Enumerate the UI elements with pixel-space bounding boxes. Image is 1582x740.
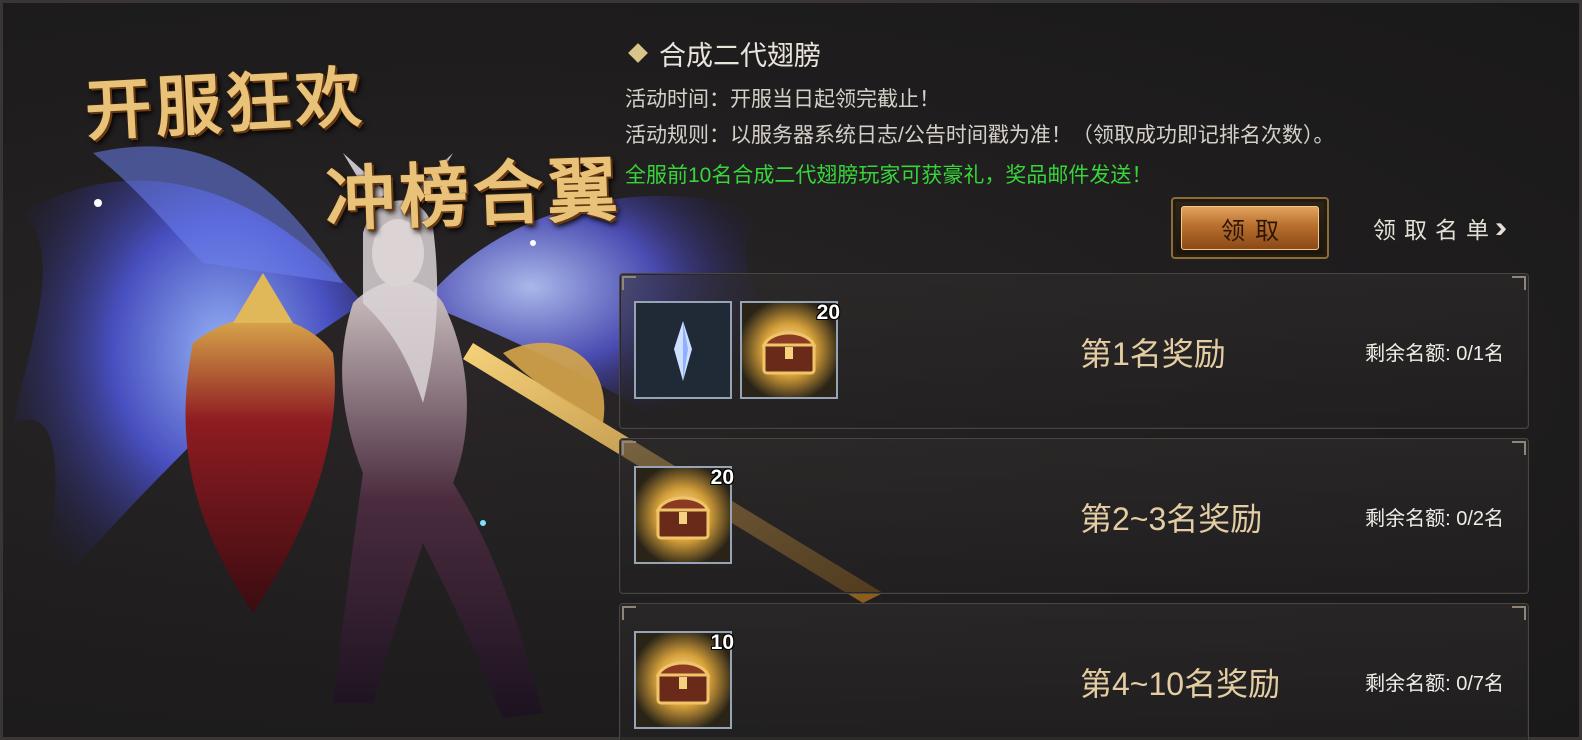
claim-button[interactable]: 领取: [1171, 197, 1329, 259]
reward-quota: 剩余名额: 0/1名: [1365, 343, 1504, 365]
activity-rule-label: 活动规则：: [625, 124, 730, 147]
reward-row-rank-2-3: 20 第2~3名奖励 剩余名额: 0/2名: [619, 438, 1529, 594]
reward-item-slot[interactable]: 20: [740, 301, 840, 399]
reward-quota: 剩余名额: 0/2名: [1365, 508, 1504, 530]
reward-rank-label: 第1名奖励: [1080, 336, 1226, 372]
item-count: 20: [816, 301, 840, 324]
activity-info: 合成二代翅膀 活动时间：开服当日起领完截止！ 活动规则：以服务器系统日志/公告时…: [625, 33, 1565, 188]
reward-rank-label: 第4~10名奖励: [1080, 666, 1281, 702]
banner-title-line2: 冲榜合翼: [323, 147, 623, 242]
activity-rule: 活动规则：以服务器系统日志/公告时间戳为准！（领取成功即记排名次数）。: [625, 119, 1565, 147]
reward-rank-label: 第2~3名奖励: [1080, 501, 1263, 537]
activity-time-label: 活动时间：: [625, 88, 730, 111]
reward-item-slot[interactable]: [634, 301, 732, 399]
reward-row-rank-4-10: 10 第4~10名奖励 剩余名额: 0/7名: [619, 603, 1529, 740]
activity-time: 活动时间：开服当日起领完截止！: [625, 83, 1565, 111]
activity-time-value: 开服当日起领完截止！: [730, 88, 940, 111]
claim-list-link[interactable]: 领取名单 ››: [1373, 211, 1507, 245]
item-count: 20: [710, 466, 734, 489]
double-chevron-right-icon: ››: [1495, 211, 1507, 244]
item-count: 10: [710, 631, 734, 654]
banner-title-line1: 开服狂欢: [83, 57, 368, 151]
event-panel: 开服狂欢 冲榜合翼 合成二代翅膀 活动时间：开服当日起领完截止！ 活动规则：以服…: [0, 0, 1582, 740]
activity-heading-text: 合成二代翅膀: [659, 40, 821, 71]
claim-list-label: 领取名单: [1373, 217, 1497, 243]
claim-button-label: 领取: [1181, 206, 1319, 250]
reward-row-rank-1: 20 第1名奖励 剩余名额: 0/1名: [619, 273, 1529, 429]
crystal-shard-icon: [636, 303, 730, 397]
reward-quota: 剩余名额: 0/7名: [1365, 673, 1504, 695]
diamond-bullet-icon: [628, 43, 648, 63]
activity-heading: 合成二代翅膀: [625, 33, 1565, 73]
reward-item-slot[interactable]: 20: [634, 466, 734, 564]
activity-highlight: 全服前10名合成二代翅膀玩家可获豪礼，奖品邮件发送！: [625, 164, 1153, 187]
reward-item-slot[interactable]: 10: [634, 631, 734, 729]
activity-rule-value: 以服务器系统日志/公告时间戳为准！（领取成功即记排名次数）。: [730, 124, 1335, 147]
